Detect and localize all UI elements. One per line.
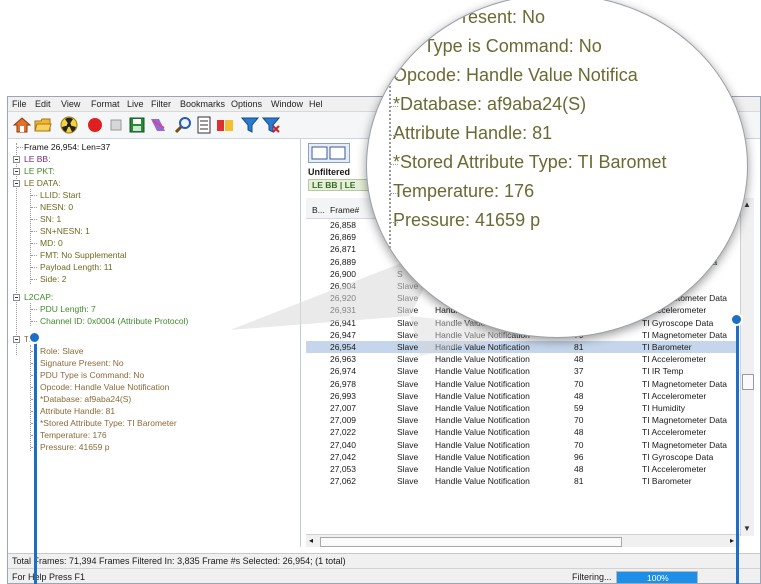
lens-connector (390, 19, 398, 20)
lens-connector (390, 77, 398, 78)
magnified-line: ure Present: No (419, 7, 546, 27)
right-pointer-dot (730, 313, 743, 326)
right-pointer-line (736, 320, 739, 584)
lens-connector (390, 193, 398, 194)
lens-connector (390, 106, 398, 107)
magnified-line: Opcode: Handle Value Notifica (393, 65, 638, 85)
left-pointer-line (34, 338, 37, 584)
left-pointer-dot (28, 331, 41, 344)
magnifier-callout: ure Present: No DU Type is Command: No Opc… (366, 0, 748, 338)
magnified-line: DU Type is Command: No (393, 36, 602, 56)
magnified-line: Attribute Handle: 81 (393, 123, 553, 143)
magnified-line: *Stored Attribute Type: TI Baromet (393, 152, 667, 172)
magnified-line: Temperature: 176 (393, 181, 535, 201)
lens-connector (390, 135, 398, 136)
magnified-line: Pressure: 41659 p (393, 210, 541, 230)
lens-connector (390, 48, 398, 49)
magnified-line: *Database: af9aba24(S) (393, 94, 587, 114)
lens-connector (390, 222, 398, 223)
lens-connector (390, 164, 398, 165)
